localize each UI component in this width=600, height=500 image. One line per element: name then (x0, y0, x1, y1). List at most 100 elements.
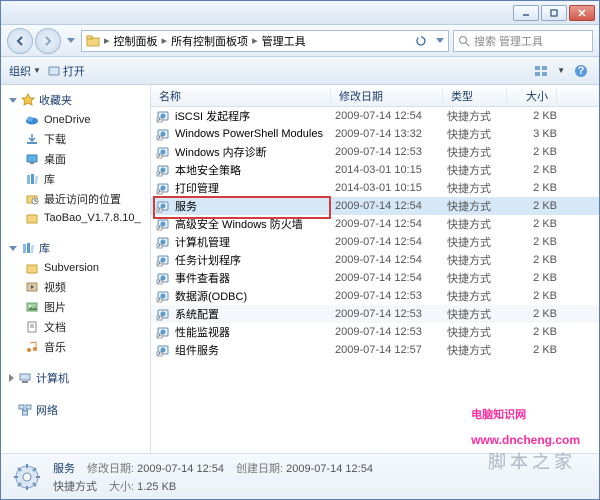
column-type[interactable]: 类型 (443, 88, 507, 104)
computer-header[interactable]: 计算机 (1, 367, 150, 389)
file-size: 2 KB (511, 164, 557, 176)
file-size: 2 KB (511, 272, 557, 284)
file-type: 快捷方式 (447, 216, 511, 232)
network-header[interactable]: 网络 (1, 399, 150, 421)
file-size: 2 KB (511, 254, 557, 266)
column-size[interactable]: 大小 (507, 88, 557, 104)
file-date: 2009-07-14 12:57 (335, 344, 447, 356)
sidebar-item-downloads[interactable]: 下载 (1, 129, 150, 149)
history-dropdown[interactable] (65, 38, 77, 43)
sidebar-item-documents[interactable]: 文档 (1, 317, 150, 337)
table-row[interactable]: 高级安全 Windows 防火墙2009-07-14 12:54快捷方式2 KB (151, 215, 599, 233)
table-row[interactable]: 服务2009-07-14 12:54快捷方式2 KB (151, 197, 599, 215)
file-type: 快捷方式 (447, 162, 511, 178)
sidebar-item-recent[interactable]: 最近访问的位置 (1, 189, 150, 209)
file-size: 2 KB (511, 326, 557, 338)
shortcut-icon (155, 180, 171, 196)
table-row[interactable]: 事件查看器2009-07-14 12:54快捷方式2 KB (151, 269, 599, 287)
table-row[interactable]: 组件服务2009-07-14 12:57快捷方式2 KB (151, 341, 599, 359)
sidebar: 收藏夹 OneDrive 下载 桌面 库 最近访问的位置 TaoBao_V1.7… (1, 85, 151, 453)
shortcut-icon (155, 108, 171, 124)
shortcut-icon (155, 216, 171, 232)
file-date: 2009-07-14 12:53 (335, 326, 447, 338)
close-button[interactable] (569, 5, 595, 21)
folder-icon (86, 34, 100, 48)
table-row[interactable]: 任务计划程序2009-07-14 12:54快捷方式2 KB (151, 251, 599, 269)
open-button[interactable]: 打开 (47, 63, 85, 79)
help-button[interactable]: ? (571, 61, 591, 81)
libraries-header[interactable]: 库 (1, 237, 150, 259)
address-bar[interactable]: ▸ 控制面板 ▸ 所有控制面板项 ▸ 管理工具 (81, 30, 449, 52)
file-type: 快捷方式 (447, 270, 511, 286)
breadcrumb-3[interactable]: 管理工具 (262, 33, 306, 49)
file-date: 2009-07-14 12:54 (335, 218, 447, 230)
column-name[interactable]: 名称 (151, 88, 331, 104)
organize-menu[interactable]: 组织▼ (9, 63, 41, 79)
sidebar-item-onedrive[interactable]: OneDrive (1, 111, 150, 129)
shortcut-icon (155, 162, 171, 178)
refresh-button[interactable] (412, 35, 430, 47)
file-type: 快捷方式 (447, 126, 511, 142)
table-row[interactable]: 打印管理2014-03-01 10:15快捷方式2 KB (151, 179, 599, 197)
file-type: 快捷方式 (447, 306, 511, 322)
nav-bar: ▸ 控制面板 ▸ 所有控制面板项 ▸ 管理工具 搜索 管理工具 (1, 25, 599, 57)
favorites-header[interactable]: 收藏夹 (1, 89, 150, 111)
file-type: 快捷方式 (447, 342, 511, 358)
table-row[interactable]: 系统配置2009-07-14 12:53快捷方式2 KB (151, 305, 599, 323)
gear-icon (11, 461, 43, 493)
file-date: 2009-07-14 12:53 (335, 290, 447, 302)
table-row[interactable]: 数据源(ODBC)2009-07-14 12:53快捷方式2 KB (151, 287, 599, 305)
table-row[interactable]: 性能监视器2009-07-14 12:53快捷方式2 KB (151, 323, 599, 341)
svg-text:?: ? (578, 65, 585, 77)
file-date: 2009-07-14 12:53 (335, 146, 447, 158)
table-row[interactable]: Windows PowerShell Modules2009-07-14 13:… (151, 125, 599, 143)
shortcut-icon (155, 270, 171, 286)
file-name: 性能监视器 (175, 324, 335, 340)
file-name: 服务 (175, 198, 335, 214)
shortcut-icon (155, 198, 171, 214)
view-menu[interactable] (531, 61, 551, 81)
maximize-button[interactable] (541, 5, 567, 21)
file-size: 2 KB (511, 182, 557, 194)
dropdown-icon[interactable] (436, 38, 444, 43)
toolbar: 组织▼ 打开 ▼ ? (1, 57, 599, 85)
search-icon (458, 35, 470, 47)
shortcut-icon (155, 144, 171, 160)
file-type: 快捷方式 (447, 234, 511, 250)
sidebar-item-pictures[interactable]: 图片 (1, 297, 150, 317)
file-type: 快捷方式 (447, 198, 511, 214)
table-row[interactable]: 本地安全策略2014-03-01 10:15快捷方式2 KB (151, 161, 599, 179)
shortcut-icon (155, 342, 171, 358)
view-dropdown[interactable]: ▼ (557, 66, 565, 75)
sidebar-item-taobao[interactable]: TaoBao_V1.7.8.10_ (1, 209, 150, 227)
breadcrumb-2[interactable]: 所有控制面板项 (171, 33, 248, 49)
file-date: 2009-07-14 12:54 (335, 110, 447, 122)
file-name: iSCSI 发起程序 (175, 108, 335, 124)
sidebar-item-videos[interactable]: 视频 (1, 277, 150, 297)
file-size: 2 KB (511, 200, 557, 212)
search-placeholder: 搜索 管理工具 (474, 33, 543, 49)
chevron-right-icon: ▸ (162, 34, 168, 47)
minimize-button[interactable] (513, 5, 539, 21)
shortcut-icon (155, 252, 171, 268)
file-name: 任务计划程序 (175, 252, 335, 268)
search-input[interactable]: 搜索 管理工具 (453, 30, 593, 52)
table-row[interactable]: iSCSI 发起程序2009-07-14 12:54快捷方式2 KB (151, 107, 599, 125)
file-size: 2 KB (511, 110, 557, 122)
file-name: Windows PowerShell Modules (175, 128, 335, 140)
file-name: 本地安全策略 (175, 162, 335, 178)
file-type: 快捷方式 (447, 288, 511, 304)
forward-button[interactable] (35, 28, 61, 54)
file-size: 2 KB (511, 236, 557, 248)
sidebar-item-subversion[interactable]: Subversion (1, 259, 150, 277)
table-row[interactable]: Windows 内存诊断2009-07-14 12:53快捷方式2 KB (151, 143, 599, 161)
sidebar-item-libraries-fav[interactable]: 库 (1, 169, 150, 189)
table-row[interactable]: 计算机管理2009-07-14 12:54快捷方式2 KB (151, 233, 599, 251)
column-date[interactable]: 修改日期 (331, 88, 443, 104)
file-date: 2009-07-14 12:54 (335, 236, 447, 248)
breadcrumb-1[interactable]: 控制面板 (114, 33, 158, 49)
file-name: 高级安全 Windows 防火墙 (175, 216, 335, 232)
back-button[interactable] (7, 28, 33, 54)
sidebar-item-desktop[interactable]: 桌面 (1, 149, 150, 169)
sidebar-item-music[interactable]: 音乐 (1, 337, 150, 357)
